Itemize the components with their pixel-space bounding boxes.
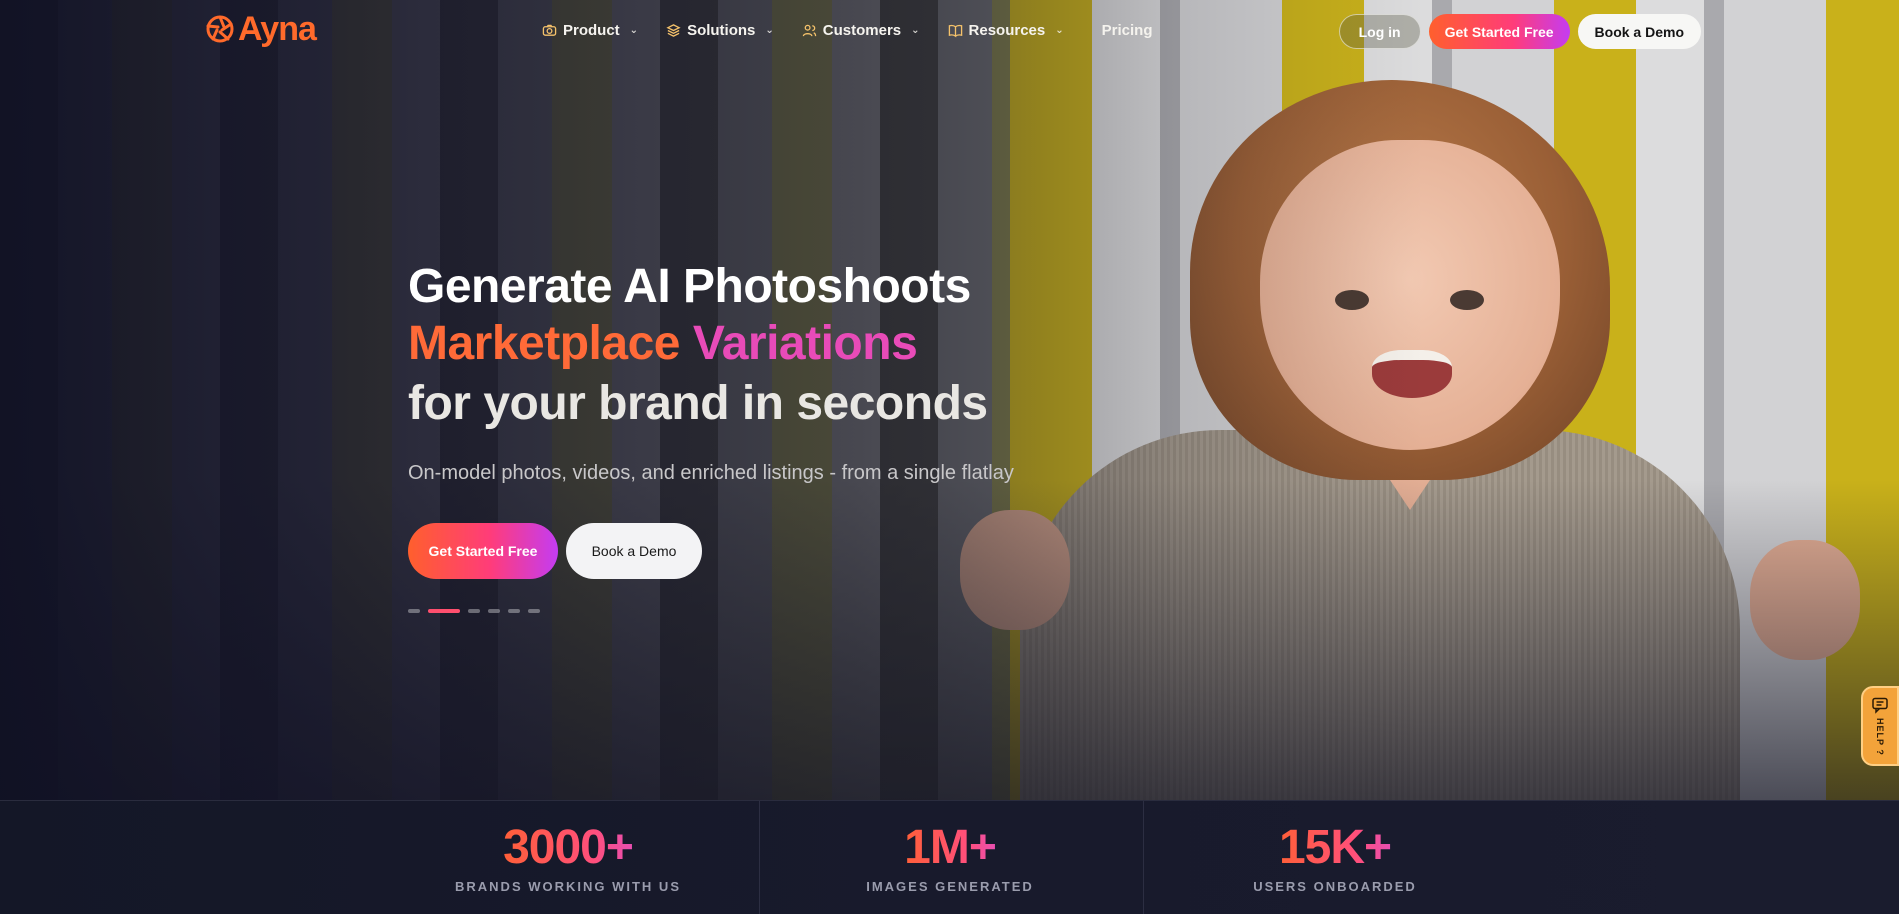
nav-pricing-label: Pricing (1101, 22, 1153, 39)
nav-resources[interactable]: Resources ⌄ (948, 22, 1064, 39)
chevron-down-icon: ⌄ (911, 25, 920, 36)
camera-icon (542, 24, 557, 36)
carousel-dot[interactable] (508, 609, 520, 613)
chevron-down-icon: ⌄ (765, 25, 774, 36)
stat-brands: 3000+ BRANDS WORKING WITH US (448, 801, 688, 914)
stats-divider (1143, 801, 1144, 914)
top-navbar: Ayna Product ⌄ Solutions ⌄ Customers ⌄ R… (0, 0, 1899, 64)
login-button[interactable]: Log in (1338, 14, 1421, 49)
stats-divider (759, 801, 760, 914)
nav-actions: Log in Get Started Free Book a Demo (1338, 14, 1701, 49)
nav-solutions-label: Solutions (687, 22, 756, 39)
nav-resources-label: Resources (968, 22, 1046, 39)
help-label: HELP ? (1875, 718, 1885, 756)
chevron-down-icon: ⌄ (629, 25, 639, 36)
stat-brands-value: 3000+ (503, 821, 634, 874)
book-icon (948, 24, 962, 38)
nav-solutions[interactable]: Solutions ⌄ (666, 22, 774, 39)
carousel-dot[interactable] (408, 609, 420, 613)
carousel-dot[interactable] (468, 609, 480, 613)
stats-bar: 3000+ BRANDS WORKING WITH US 1M+ IMAGES … (0, 800, 1899, 914)
nav-customers[interactable]: Customers ⌄ (802, 22, 920, 39)
stat-images-value: 1M+ (904, 821, 997, 874)
carousel-dot[interactable] (488, 609, 500, 613)
hero-subtitle: On-model photos, videos, and enriched li… (408, 462, 1014, 484)
hero-rotating-word-2: Variations (692, 317, 918, 370)
aperture-logo-icon (206, 15, 234, 43)
users-icon (802, 24, 817, 37)
nav-product-label: Product (563, 22, 620, 39)
hero-section: Generate AI Photoshoots Marketplace Vari… (0, 0, 1899, 800)
help-widget[interactable]: HELP ? (1861, 686, 1899, 766)
nav-pricing[interactable]: Pricing (1102, 22, 1153, 39)
chat-icon (1872, 697, 1888, 714)
hero-headline-line2: Marketplace Variations (408, 316, 1014, 372)
hero-headline-line3: for your brand in seconds (408, 377, 988, 430)
hero-get-started-button[interactable]: Get Started Free (408, 523, 558, 579)
brand-name: Ayna (238, 10, 317, 48)
chevron-down-icon: ⌄ (1055, 25, 1064, 36)
nav-product[interactable]: Product ⌄ (542, 22, 638, 39)
stat-brands-label: BRANDS WORKING WITH US (455, 879, 681, 894)
carousel-dot-active[interactable] (428, 609, 460, 613)
hero-book-demo-button[interactable]: Book a Demo (566, 523, 702, 579)
carousel-indicators (408, 609, 1014, 613)
stat-users-label: USERS ONBOARDED (1253, 879, 1417, 894)
hero-cta-row: Get Started Free Book a Demo (408, 523, 1014, 579)
stat-images-label: IMAGES GENERATED (866, 879, 1034, 894)
hero-headline-line1: Generate AI Photoshoots (408, 260, 971, 313)
main-menu: Product ⌄ Solutions ⌄ Customers ⌄ Resour… (542, 22, 1153, 39)
layers-icon (666, 24, 681, 37)
hero-copy: Generate AI Photoshoots Marketplace Vari… (408, 258, 1014, 613)
carousel-dot[interactable] (528, 609, 540, 613)
stat-users-value: 15K+ (1278, 821, 1392, 874)
get-started-button[interactable]: Get Started Free (1428, 14, 1570, 49)
stat-images: 1M+ IMAGES GENERATED (840, 801, 1060, 914)
book-demo-button[interactable]: Book a Demo (1577, 14, 1701, 49)
nav-customers-label: Customers (822, 22, 902, 39)
hero-rotating-word-1: Marketplace (408, 317, 680, 370)
stat-users: 15K+ USERS ONBOARDED (1225, 801, 1445, 914)
brand-logo[interactable]: Ayna (204, 10, 317, 48)
